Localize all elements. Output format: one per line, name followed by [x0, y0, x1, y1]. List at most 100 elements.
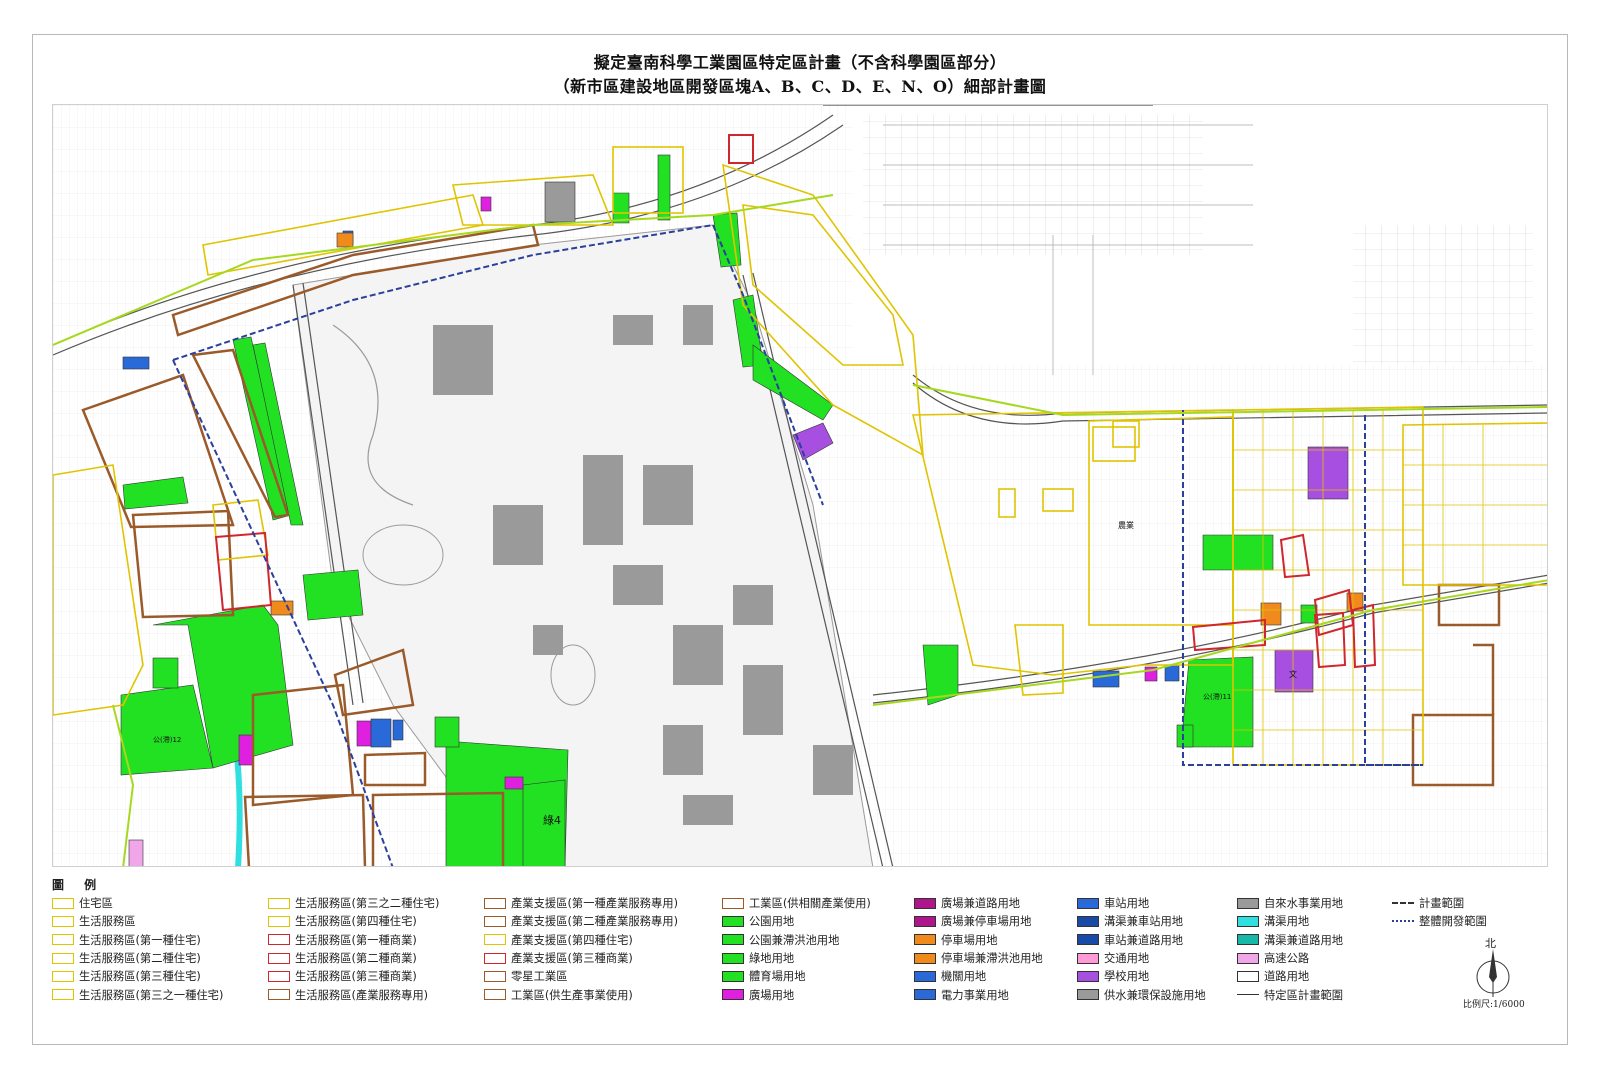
- legend-swatch: [268, 915, 290, 927]
- legend-item: 生活服務區(第三之二種住宅): [268, 894, 439, 912]
- legend-swatch: [1237, 915, 1259, 927]
- legend-swatch: [484, 952, 506, 964]
- legend-swatch: [52, 915, 74, 927]
- legend-swatch: [1077, 915, 1099, 927]
- legend-swatch: [484, 934, 506, 946]
- legend-label: 特定區計畫範圍: [1264, 988, 1344, 1002]
- legend-swatch: [484, 897, 506, 909]
- legend-item: 廣場用地: [722, 985, 871, 1003]
- legend-item: 溝渠用地: [1237, 912, 1343, 930]
- zoning-map[interactable]: 綠4 農業 文 公(滯)11 公(滯)12: [52, 104, 1548, 867]
- legend-item: 廣場兼道路用地: [914, 894, 1043, 912]
- legend-item: 電力事業用地: [914, 985, 1043, 1003]
- legend-item: 綠地用地: [722, 949, 871, 967]
- water-facility: [544, 181, 576, 223]
- legend-item: 生活服務區(第三種住宅): [52, 967, 223, 985]
- legend-swatch: [722, 934, 744, 946]
- legend-swatch: [268, 897, 290, 909]
- legend-item: 停車場用地: [914, 931, 1043, 949]
- legend-column: 住宅區 生活服務區 生活服務區(第一種住宅) 生活服務區(第二種住宅) 生活服務區(第三…: [52, 894, 223, 1004]
- legend-swatch: [1237, 970, 1259, 982]
- legend-swatch: [914, 934, 936, 946]
- legend-swatch: [1077, 934, 1099, 946]
- map-legend: 圖 例 住宅區 生活服務區 生活服務區(第一種住宅) 生活服務區(第二種住宅) 生活服務…: [52, 876, 1548, 1026]
- legend-label: 停車場兼滯洪池用地: [941, 952, 1043, 966]
- label-park-flood-12: 公(滯)12: [153, 735, 181, 744]
- legend-item: 停車場兼滯洪池用地: [914, 949, 1043, 967]
- legend-label: 綠地用地: [749, 952, 795, 966]
- legend-label: 生活服務區(第一種商業): [295, 933, 417, 947]
- legend-item: 公園兼滯洪池用地: [722, 931, 871, 949]
- legend-item: 計畫範圍: [1392, 894, 1487, 912]
- legend-swatch: [268, 989, 290, 1001]
- legend-label: 學校用地: [1104, 970, 1150, 984]
- legend-item: 交通用地: [1077, 949, 1206, 967]
- legend-swatch: [1392, 920, 1414, 923]
- legend-item: 公園用地: [722, 912, 871, 930]
- legend-item: 工業區(供相關產業使用): [722, 894, 871, 912]
- legend-item: 特定區計畫範圍: [1237, 985, 1343, 1003]
- legend-label: 產業支援區(第三種商業): [511, 952, 633, 966]
- legend-swatch: [52, 989, 74, 1001]
- legend-label: 零星工業區: [511, 970, 568, 984]
- legend-label: 廣場兼道路用地: [941, 897, 1021, 911]
- legend-label: 產業支援區(第一種產業服務專用): [511, 897, 678, 911]
- legend-item: 零星工業區: [484, 967, 678, 985]
- legend-item: 產業支援區(第一種產業服務專用): [484, 894, 678, 912]
- north-label: 北: [1485, 937, 1496, 950]
- legend-swatch: [1237, 897, 1259, 909]
- legend-item: 生活服務區(第一種商業): [268, 931, 439, 949]
- legend-swatch: [52, 897, 74, 909]
- legend-label: 計畫範圍: [1419, 897, 1465, 911]
- label-green-4: 綠4: [543, 814, 561, 827]
- legend-column: 車站用地 溝渠兼車站用地 車站兼道路用地 交通用地 學校用地 供水兼環保設施用地: [1077, 894, 1206, 1004]
- city-street-grid: [853, 105, 1547, 375]
- scale-label: 比例尺:1/6000: [1463, 1000, 1525, 1010]
- legend-label: 生活服務區: [79, 915, 136, 929]
- legend-swatch: [1077, 952, 1099, 964]
- legend-label: 整體開發範圍: [1419, 915, 1487, 929]
- legend-item: 體育場用地: [722, 967, 871, 985]
- legend-swatch: [722, 970, 744, 982]
- legend-swatch: [722, 952, 744, 964]
- legend-label: 溝渠兼車站用地: [1104, 915, 1184, 929]
- legend-swatch: [914, 989, 936, 1001]
- legend-label: 溝渠兼道路用地: [1264, 933, 1344, 947]
- legend-swatch: [722, 915, 744, 927]
- legend-column: 廣場兼道路用地 廣場兼停車場用地 停車場用地 停車場兼滯洪池用地 機關用地 電力事業用地: [914, 894, 1043, 1004]
- legend-item: 生活服務區(第三種商業): [268, 967, 439, 985]
- legend-item: 廣場兼停車場用地: [914, 912, 1043, 930]
- legend-column: 工業區(供相關產業使用) 公園用地 公園兼滯洪池用地綠地用地 體育場用地廣場用地: [722, 894, 871, 1004]
- legend-label: 生活服務區(第三種商業): [295, 970, 417, 984]
- legend-swatch: [268, 934, 290, 946]
- legend-label: 溝渠用地: [1264, 915, 1310, 929]
- legend-column: 計畫範圍整體開發範圍: [1392, 894, 1487, 931]
- legend-swatch: [722, 897, 744, 909]
- legend-swatch: [914, 970, 936, 982]
- legend-item: 道路用地: [1237, 967, 1343, 985]
- legend-label: 產業支援區(第四種住宅): [511, 933, 633, 947]
- legend-swatch: [1237, 952, 1259, 964]
- legend-label: 自來水事業用地: [1264, 897, 1344, 911]
- highway-strip: [128, 839, 144, 866]
- legend-label: 廣場用地: [749, 988, 795, 1002]
- legend-swatch: [52, 970, 74, 982]
- legend-item: 住宅區: [52, 894, 223, 912]
- legend-item: 整體開發範圍: [1392, 912, 1487, 930]
- legend-item: 產業支援區(第三種商業): [484, 949, 678, 967]
- legend-label: 生活服務區(第一種住宅): [79, 933, 201, 947]
- legend-swatch: [1237, 934, 1259, 946]
- legend-label: 車站用地: [1104, 897, 1150, 911]
- map-title-line2: （新市區建設地區開發區塊A、B、C、D、E、N、O）細部計畫圖: [553, 77, 1047, 96]
- legend-title: 圖 例: [52, 878, 105, 892]
- legend-label: 車站兼道路用地: [1104, 933, 1184, 947]
- legend-item: 溝渠兼車站用地: [1077, 912, 1206, 930]
- legend-swatch: [268, 970, 290, 982]
- legend-item: 生活服務區(第二種商業): [268, 949, 439, 967]
- legend-item: 生活服務區(第四種住宅): [268, 912, 439, 930]
- legend-item: 溝渠兼道路用地: [1237, 931, 1343, 949]
- legend-item: 車站用地: [1077, 894, 1206, 912]
- legend-label: 工業區(供生產事業使用): [511, 988, 633, 1002]
- legend-label: 生活服務區(第四種住宅): [295, 915, 417, 929]
- label-school: 文: [1289, 669, 1297, 679]
